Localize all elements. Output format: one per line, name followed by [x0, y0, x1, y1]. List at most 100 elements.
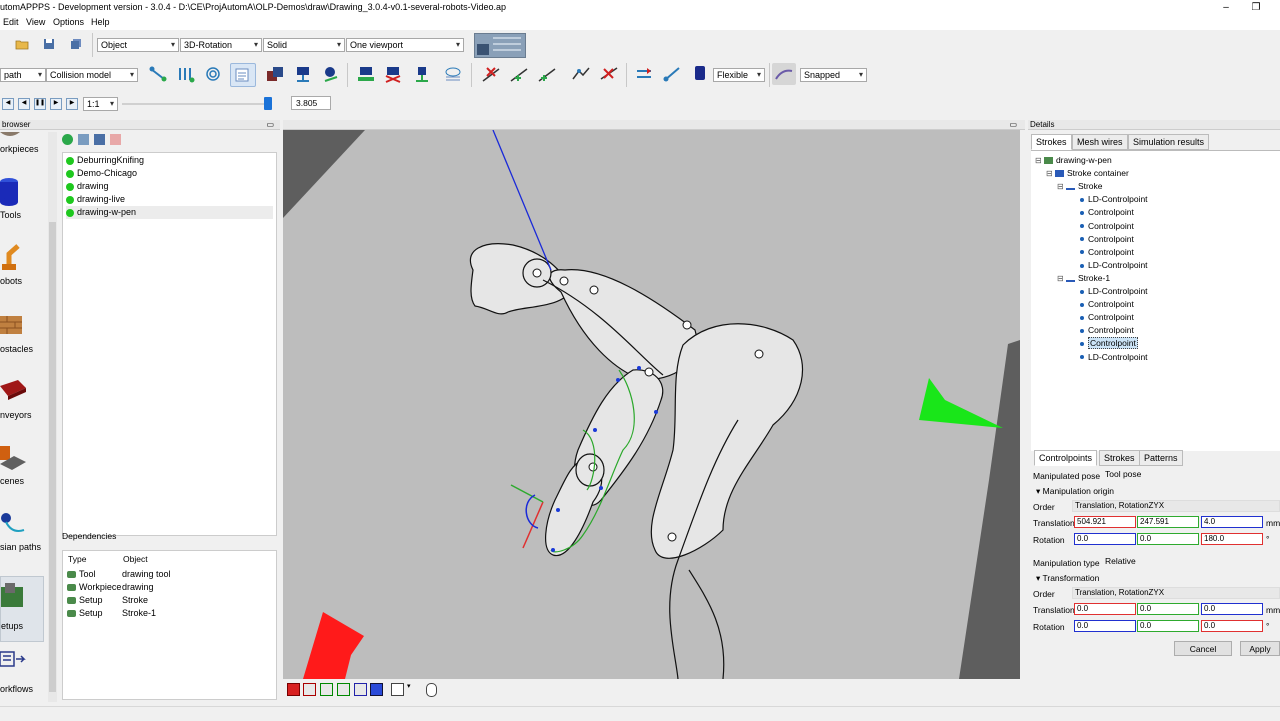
path-parallel-icon[interactable]	[174, 63, 198, 85]
stroke-remove-icon[interactable]	[597, 63, 621, 85]
viewport-preview-icon[interactable]	[474, 33, 526, 58]
collapse-icon[interactable]: ⊟	[1046, 169, 1055, 178]
view-left-icon[interactable]	[320, 683, 333, 696]
sidebar-item-conveyors[interactable]: nveyors	[0, 376, 42, 422]
list-item[interactable]: drawing-live	[66, 193, 273, 206]
sidebar-item-setups[interactable]: etups	[0, 576, 44, 642]
transformation-group[interactable]: ▾ Transformation	[1036, 573, 1099, 584]
snap-icon[interactable]	[772, 63, 796, 85]
tree-item[interactable]: ⊟ drawing-w-pen	[1035, 154, 1112, 167]
tree-item[interactable]: ⊟ Stroke container	[1046, 167, 1129, 180]
sidebar-item-tools[interactable]: Tools	[0, 176, 42, 222]
snapped-combo[interactable]: Snapped ▾	[800, 68, 867, 82]
view-back-icon[interactable]	[303, 683, 316, 696]
manipulated-pose-value[interactable]: Tool pose	[1105, 469, 1141, 479]
direction-icon[interactable]	[632, 63, 656, 85]
collapse-icon[interactable]: ⊟	[1035, 156, 1044, 165]
manipulation-origin-group[interactable]: ▾ Manipulation origin	[1036, 486, 1114, 497]
transform-rotation-y-field[interactable]: 0.0	[1137, 620, 1199, 632]
tree-item[interactable]: LD-Controlpoint	[1080, 193, 1148, 206]
minimize-button[interactable]: –	[1212, 0, 1240, 15]
transform-rotation-z-field[interactable]: 0.0	[1201, 620, 1263, 632]
tree-item[interactable]: Controlpoint	[1080, 246, 1134, 259]
path-link-icon[interactable]	[146, 63, 170, 85]
timeline-slider-track[interactable]	[122, 103, 270, 105]
robot-path-icon[interactable]	[319, 63, 343, 85]
list-item[interactable]: drawing	[66, 180, 273, 193]
transform-translation-z-field[interactable]: 0.0	[1201, 603, 1263, 615]
robot-tool-icon[interactable]	[410, 63, 434, 85]
sidebar-item-cartesian-paths[interactable]: sian paths	[0, 508, 42, 554]
transform-order-field[interactable]: Translation, RotationZYX	[1072, 587, 1280, 599]
path-combo[interactable]: path ▾	[0, 68, 46, 82]
rewind-icon[interactable]: ◀	[2, 98, 14, 110]
menu-help[interactable]: Help	[91, 17, 110, 27]
tab-strokes[interactable]: Strokes	[1031, 134, 1072, 150]
tree-item[interactable]: LD-Controlpoint	[1080, 259, 1148, 272]
view-top-icon[interactable]	[354, 683, 367, 696]
save-icon[interactable]	[94, 134, 105, 145]
open-folder-icon[interactable]	[10, 33, 34, 55]
timeline-slider-handle[interactable]	[264, 97, 272, 110]
menu-edit[interactable]: Edit	[3, 17, 19, 27]
pause-icon[interactable]: ❚❚	[34, 98, 46, 110]
time-value-field[interactable]: 3.805	[291, 96, 331, 110]
sidebar-item-scenes[interactable]: cenes	[0, 442, 42, 488]
table-row[interactable]: Workpiecedrawing	[67, 581, 272, 594]
rotation-z-field[interactable]: 180.0	[1201, 533, 1263, 545]
point-insert-icon[interactable]	[535, 63, 559, 85]
tree-item[interactable]: Controlpoint	[1080, 337, 1138, 350]
view-bottom-icon[interactable]	[370, 683, 383, 696]
flexible-combo[interactable]: Flexible ▾	[713, 68, 765, 82]
collapse-icon[interactable]: ⊟	[1057, 182, 1066, 191]
robot-home-icon[interactable]	[354, 63, 378, 85]
tree-item[interactable]: ⊟ Stroke-1	[1057, 272, 1110, 285]
list-item[interactable]: drawing-w-pen	[66, 206, 273, 219]
table-row[interactable]: Setup Stroke	[67, 594, 272, 607]
rotation-x-field[interactable]: 0.0	[1074, 533, 1136, 545]
path-edit-icon[interactable]	[230, 63, 256, 87]
open-icon[interactable]	[78, 134, 89, 145]
list-item[interactable]: Demo-Chicago	[66, 167, 273, 180]
play-icon[interactable]: ▶	[50, 98, 62, 110]
speed-combo[interactable]: 1:1 ▾	[83, 97, 118, 111]
tree-item[interactable]: Controlpoint	[1080, 206, 1134, 219]
stroke-edit-icon[interactable]	[569, 63, 593, 85]
mouse-mode-icon[interactable]	[426, 683, 437, 697]
reverse-icon[interactable]	[660, 63, 684, 85]
sidebar-item-workflows[interactable]: orkflows	[0, 650, 42, 696]
manipulation-type-value[interactable]: Relative	[1105, 556, 1136, 566]
visibility-icon[interactable]	[441, 63, 465, 85]
render-mode-combo[interactable]: Solid ▾	[263, 38, 345, 52]
view-iso-icon[interactable]	[391, 683, 404, 696]
tab-patterns[interactable]: Patterns	[1139, 450, 1183, 466]
tree-item[interactable]: Controlpoint	[1080, 220, 1134, 233]
viewport-layout-combo[interactable]: One viewport ▾	[346, 38, 464, 52]
collapse-icon[interactable]: ⊟	[1057, 274, 1066, 283]
robot-teach-icon[interactable]	[291, 63, 315, 85]
add-icon[interactable]	[62, 134, 73, 145]
sidebar-item-robots[interactable]: obots	[0, 242, 42, 288]
apply-button[interactable]: Apply	[1240, 641, 1280, 656]
tab-mesh-wires[interactable]: Mesh wires	[1072, 134, 1128, 150]
point-delete-icon[interactable]	[479, 63, 503, 85]
order-field[interactable]: Translation, RotationZYX	[1072, 500, 1280, 512]
tab-simulation-results[interactable]: Simulation results	[1128, 134, 1210, 150]
table-row[interactable]: Setup Stroke-1	[67, 607, 272, 620]
fast-forward-icon[interactable]: ▶	[66, 98, 78, 110]
list-item[interactable]: DeburringKnifing	[66, 154, 273, 167]
tree-item[interactable]: Controlpoint	[1080, 311, 1134, 324]
view-front-icon[interactable]	[287, 683, 300, 696]
panel-float-icon[interactable]: ▭	[1009, 120, 1017, 130]
chevron-down-icon[interactable]: ▾	[407, 682, 411, 690]
tab-strokes-sub[interactable]: Strokes	[1099, 450, 1140, 466]
tree-item[interactable]: LD-Controlpoint	[1080, 285, 1148, 298]
translation-x-field[interactable]: 504.921	[1074, 516, 1136, 528]
translation-y-field[interactable]: 247.591	[1137, 516, 1199, 528]
restore-button[interactable]: ❐	[1242, 0, 1270, 15]
tree-item[interactable]: LD-Controlpoint	[1080, 351, 1148, 364]
robot-delete-icon[interactable]	[381, 63, 405, 85]
tree-item[interactable]: ⊟ Stroke	[1057, 180, 1103, 193]
3d-viewport[interactable]	[283, 130, 1020, 679]
tab-controlpoints[interactable]: Controlpoints	[1034, 450, 1098, 466]
